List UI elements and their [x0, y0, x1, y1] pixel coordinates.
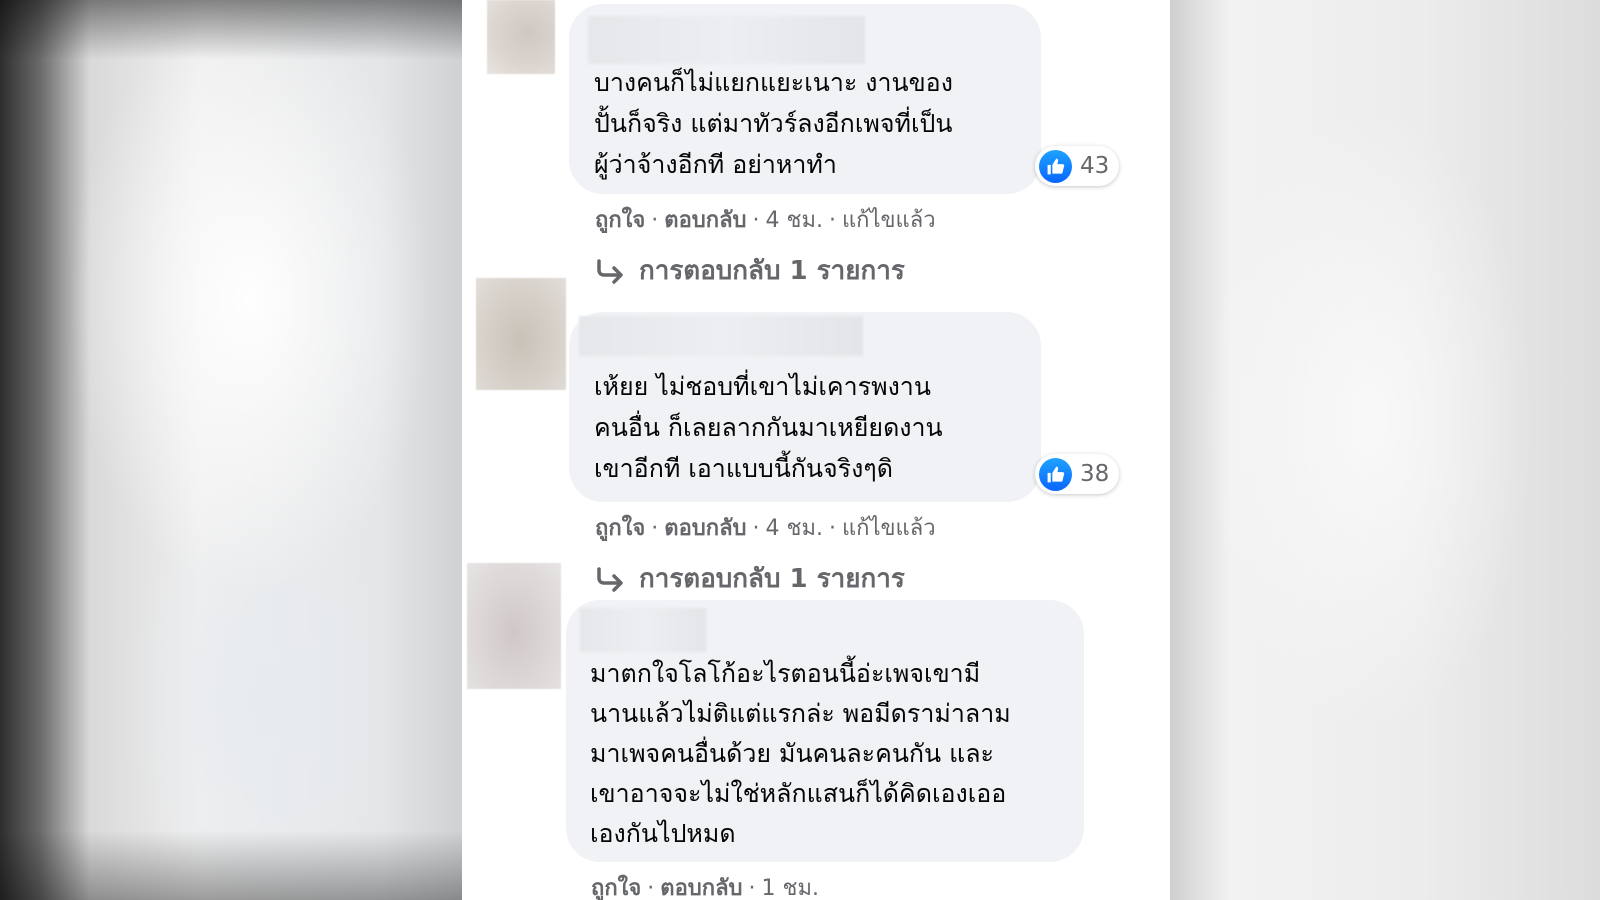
- reaction-count: 38: [1080, 461, 1110, 487]
- reply-link[interactable]: ตอบกลับ: [664, 516, 746, 541]
- comment-bubble: เห้ยย ไม่ชอบที่เขาไม่เคารพงาน คนอื่น ก็เ…: [569, 312, 1041, 502]
- timestamp[interactable]: 1 ชม.: [762, 876, 819, 900]
- reaction-summary[interactable]: 43: [1035, 146, 1120, 186]
- timestamp[interactable]: 4 ชม.: [766, 516, 823, 541]
- reaction-count: 43: [1080, 153, 1110, 179]
- comment-actions: ถูกใจ · ตอบกลับ · 4 ชม. · แก้ไขแล้ว: [595, 516, 936, 541]
- like-link[interactable]: ถูกใจ: [595, 208, 645, 233]
- comment-text: บางคนก็ไม่แยกแยะเนาะ งานของ ปั้นก็จริง แ…: [594, 68, 953, 179]
- avatar[interactable]: [476, 278, 566, 390]
- like-link[interactable]: ถูกใจ: [591, 876, 641, 900]
- blurred-background-right: [1170, 0, 1600, 900]
- edited-label: แก้ไขแล้ว: [841, 208, 936, 233]
- comment-actions: ถูกใจ · ตอบกลับ · 1 ชม.: [591, 876, 819, 900]
- edited-label: แก้ไขแล้ว: [841, 516, 936, 541]
- author-name-blurred[interactable]: [588, 16, 865, 64]
- author-name-blurred[interactable]: [580, 608, 706, 652]
- avatar[interactable]: [487, 0, 555, 74]
- reply-link[interactable]: ตอบกลับ: [664, 208, 746, 233]
- thumbs-up-icon: [1039, 149, 1072, 183]
- comment-bubble: บางคนก็ไม่แยกแยะเนาะ งานของ ปั้นก็จริง แ…: [569, 4, 1041, 194]
- comment-item: มาตกใจโลโก้อะไรตอนนี้อ่ะเพจเขามี นานแล้ว…: [462, 563, 1170, 900]
- timestamp[interactable]: 4 ชม.: [766, 208, 823, 233]
- blurred-background-left: [0, 0, 462, 900]
- comment-bubble: มาตกใจโลโก้อะไรตอนนี้อ่ะเพจเขามี นานแล้ว…: [566, 600, 1084, 862]
- reaction-summary[interactable]: 38: [1035, 454, 1120, 494]
- author-name-blurred[interactable]: [579, 316, 863, 356]
- comment-item: บางคนก็ไม่แยกแยะเนาะ งานของ ปั้นก็จริง แ…: [462, 0, 1170, 300]
- comment-text: เห้ยย ไม่ชอบที่เขาไม่เคารพงาน คนอื่น ก็เ…: [594, 372, 943, 483]
- comments-panel: บางคนก็ไม่แยกแยะเนาะ งานของ ปั้นก็จริง แ…: [462, 0, 1170, 900]
- avatar[interactable]: [467, 563, 561, 689]
- thumbs-up-icon: [1039, 457, 1072, 491]
- like-link[interactable]: ถูกใจ: [595, 516, 645, 541]
- comment-item: เห้ยย ไม่ชอบที่เขาไม่เคารพงาน คนอื่น ก็เ…: [462, 278, 1170, 598]
- comment-actions: ถูกใจ · ตอบกลับ · 4 ชม. · แก้ไขแล้ว: [595, 208, 936, 233]
- reply-link[interactable]: ตอบกลับ: [660, 876, 742, 900]
- comment-text: มาตกใจโลโก้อะไรตอนนี้อ่ะเพจเขามี นานแล้ว…: [590, 659, 1011, 848]
